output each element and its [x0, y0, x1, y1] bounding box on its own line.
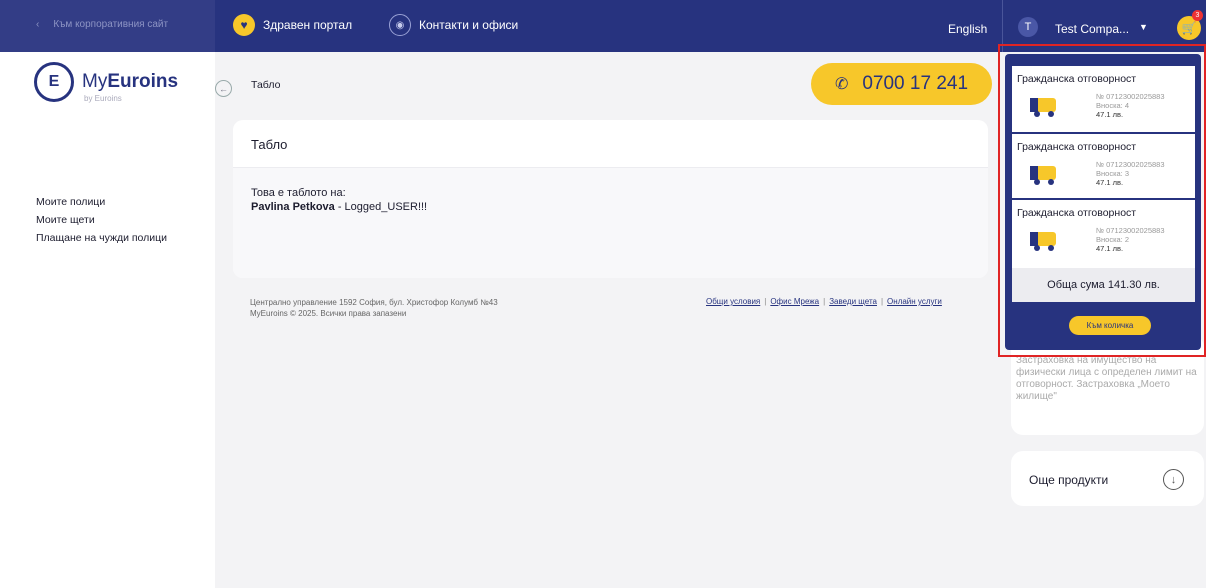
- cart-item-title: Гражданска отговорност: [1017, 207, 1137, 219]
- dashboard-card: Табло Това е таблото на: Pavlina Petkova…: [233, 120, 988, 278]
- dashboard-card-body: Това е таблото на: Pavlina Petkova - Log…: [233, 168, 988, 278]
- nav-contacts[interactable]: ◉ Контакти и офиси: [389, 14, 518, 36]
- user-avatar[interactable]: T: [1018, 17, 1038, 37]
- phone-button[interactable]: ✆ 0700 17 241: [811, 63, 992, 105]
- cart-item[interactable]: Гражданска отговорност № 07123002025883 …: [1012, 134, 1195, 198]
- corporate-site-link[interactable]: ‹ Към корпоративния сайт: [36, 19, 168, 30]
- phone-number: 0700 17 241: [862, 73, 969, 94]
- logo-mark-icon: E: [34, 62, 74, 102]
- more-products-label: Още продукти: [1029, 473, 1109, 487]
- footer-copyright: MyEuroins © 2025. Всички права запазени: [250, 309, 407, 318]
- car-icon: [1030, 166, 1056, 185]
- footer-link-claim[interactable]: Заведи щета: [829, 297, 877, 306]
- sidebar: E MyEuroins by Euroins Моите полици Моит…: [0, 52, 215, 588]
- nav-health-portal[interactable]: ♥ Здравен портал: [233, 14, 352, 36]
- phone-icon: ✆: [834, 76, 849, 93]
- dashboard-card-title: Табло: [233, 120, 988, 168]
- sidebar-item-pay-others-policies[interactable]: Плащане на чужди полици: [36, 232, 167, 244]
- cart-total: Обща сума 141.30 лв.: [1012, 268, 1195, 302]
- collapse-sidebar-button[interactable]: ←: [215, 80, 232, 97]
- sidebar-item-my-claims[interactable]: Моите щети: [36, 214, 167, 226]
- car-icon: [1030, 98, 1056, 117]
- cart-count-badge: 3: [1192, 10, 1203, 21]
- nav-health-portal-label: Здравен портал: [263, 18, 353, 32]
- go-to-cart-button[interactable]: Към количка: [1069, 316, 1151, 335]
- sidebar-item-my-policies[interactable]: Моите полици: [36, 196, 167, 208]
- cart-item-title: Гражданска отговорност: [1017, 73, 1137, 85]
- footer-address: Централно управление 1592 София, бул. Хр…: [250, 298, 498, 307]
- logo-text: MyEuroins: [82, 71, 179, 92]
- language-switch[interactable]: English: [948, 22, 987, 36]
- cart-item-details: № 07123002025883 Вноска: 2 47.1 лв.: [1096, 226, 1165, 253]
- heart-icon: ♥: [233, 14, 255, 36]
- footer-link-online-services[interactable]: Онлайн услуги: [887, 297, 942, 306]
- cart-item[interactable]: Гражданска отговорност № 07123002025883 …: [1012, 66, 1195, 132]
- chevron-left-icon: ‹: [36, 19, 40, 30]
- location-pin-icon: ◉: [389, 14, 411, 36]
- arrow-down-circle-icon[interactable]: ↓: [1163, 469, 1184, 490]
- footer-link-offices[interactable]: Офис Мрежа: [770, 297, 819, 306]
- breadcrumb: Табло: [251, 79, 281, 91]
- side-menu: Моите полици Моите щети Плащане на чужди…: [36, 196, 167, 250]
- cart-item-title: Гражданска отговорност: [1017, 141, 1137, 153]
- chevron-down-icon[interactable]: ▼: [1139, 22, 1148, 32]
- nav-contacts-label: Контакти и офиси: [419, 18, 519, 32]
- arrow-left-icon: ←: [219, 83, 228, 94]
- cart-item[interactable]: Гражданска отговорност № 07123002025883 …: [1012, 200, 1195, 268]
- car-icon: [1030, 232, 1056, 251]
- product-description: Застраховка на имущество на физически ли…: [1016, 355, 1197, 402]
- footer-info: Централно управление 1592 София, бул. Хр…: [250, 297, 498, 319]
- logo-subtitle: by Euroins: [84, 94, 122, 103]
- footer-link-terms[interactable]: Общи условия: [706, 297, 760, 306]
- cart-icon: 🛒: [1181, 21, 1197, 35]
- dashboard-intro-text: Това е таблото на:: [251, 187, 346, 199]
- dashboard-user-line: Pavlina Petkova - Logged_USER!!!: [251, 201, 428, 213]
- corporate-site-link-label: Към корпоративния сайт: [53, 19, 169, 30]
- cart-item-details: № 07123002025883 Вноска: 4 47.1 лв.: [1096, 92, 1165, 119]
- footer-links: Общи условия | Офис Мрежа | Заведи щета | Онла…: [706, 297, 942, 306]
- cart-item-details: № 07123002025883 Вноска: 3 47.1 лв.: [1096, 160, 1165, 187]
- user-name[interactable]: Test Compa...: [1055, 22, 1129, 36]
